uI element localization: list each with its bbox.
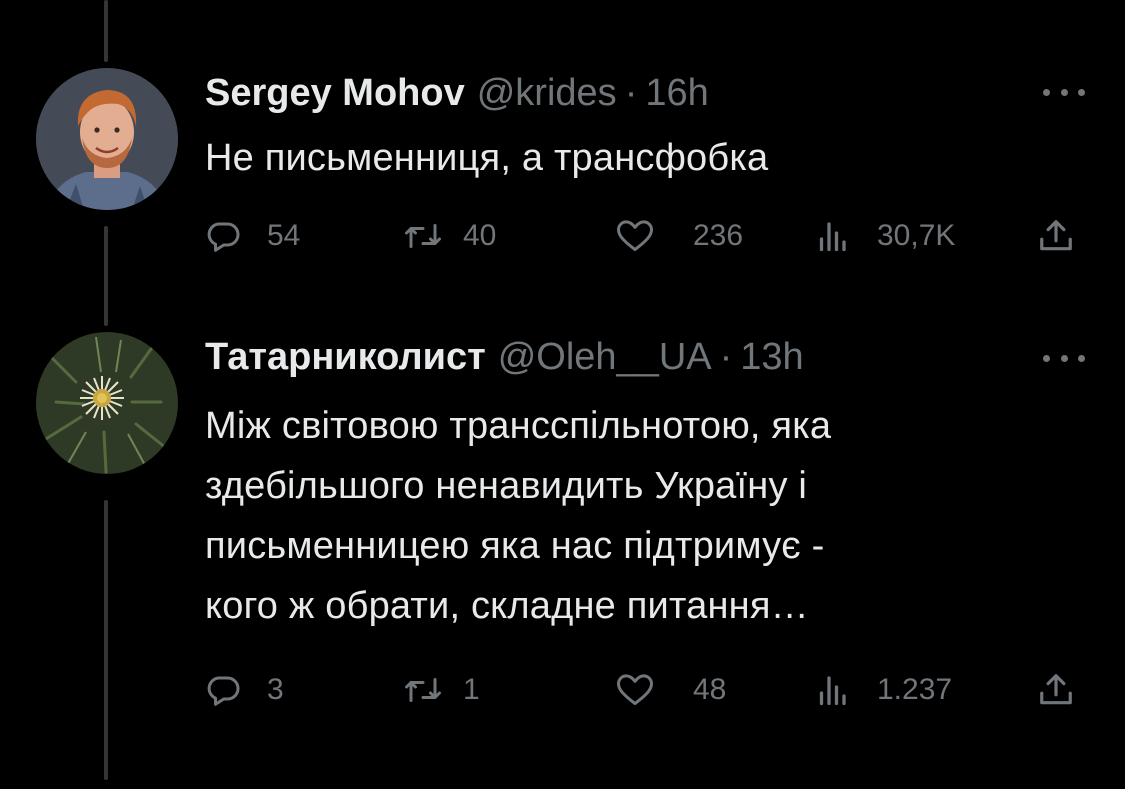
author-name[interactable]: Sergey Mohov (205, 70, 465, 116)
tweet-text: Не письменниця, а трансфобка (205, 128, 1065, 188)
like-icon (615, 218, 655, 254)
action-bar: 54 40 236 30,7K (205, 216, 1085, 256)
share-icon (1037, 217, 1075, 255)
views-button[interactable]: 30,7K (817, 216, 955, 256)
reply-button[interactable]: 3 (205, 670, 284, 710)
share-icon (1037, 671, 1075, 709)
avatar[interactable] (36, 332, 178, 474)
retweet-count: 40 (463, 219, 497, 252)
avatar[interactable] (36, 68, 178, 210)
like-button[interactable]: 48 (615, 670, 726, 710)
author-handle[interactable]: @Oleh__UA (498, 334, 712, 380)
views-button[interactable]: 1.237 (817, 670, 952, 710)
views-count: 1.237 (877, 673, 953, 706)
retweet-icon (403, 672, 443, 708)
views-icon (817, 218, 847, 254)
retweet-icon (403, 218, 443, 254)
share-button[interactable] (1037, 670, 1075, 710)
tweet-text-line: здебільшого ненавидить Україну і (205, 465, 808, 507)
like-count: 48 (693, 673, 727, 706)
more-icon[interactable] (1043, 86, 1085, 98)
timestamp[interactable]: 13h (740, 334, 803, 380)
tweet-text-line: Між світовою трансспільнотою, яка (205, 405, 832, 447)
timestamp[interactable]: 16h (645, 70, 708, 116)
like-count: 236 (693, 219, 744, 252)
tweet-text-line: письменницею яка нас підтримує - (205, 525, 825, 567)
reply-button[interactable]: 54 (205, 216, 300, 256)
author-name[interactable]: Татарниколист (205, 334, 486, 380)
retweet-button[interactable]: 1 (403, 670, 480, 710)
more-icon[interactable] (1043, 352, 1085, 364)
action-bar: 3 1 48 1.237 (205, 670, 1085, 710)
separator-dot: · (624, 72, 638, 114)
reply-icon (205, 672, 241, 708)
tweet-text-line: Не письменниця, а трансфобка (205, 137, 769, 179)
reply-count: 3 (267, 673, 284, 706)
tweet-text-line: кого ж обрати, складне питання… (205, 585, 809, 627)
author-handle[interactable]: @krides (477, 70, 617, 116)
retweet-count: 1 (463, 673, 480, 706)
reply-icon (205, 218, 241, 254)
separator-dot: · (719, 336, 733, 378)
tweet[interactable]: Татарниколист @Oleh__UA · 13h Між світов… (0, 326, 1125, 789)
views-count: 30,7K (877, 219, 956, 252)
retweet-button[interactable]: 40 (403, 216, 496, 256)
tweet-text: Між світовою трансспільнотою, яка здебіл… (205, 396, 1065, 636)
like-icon (615, 672, 655, 708)
views-icon (817, 672, 847, 708)
share-button[interactable] (1037, 216, 1075, 256)
tweet-header: Татарниколист @Oleh__UA · 13h (205, 334, 804, 380)
tweet-header: Sergey Mohov @krides · 16h (205, 70, 709, 116)
reply-count: 54 (267, 219, 301, 252)
tweet[interactable]: Sergey Mohov @krides · 16h Не письменниц… (0, 0, 1125, 300)
like-button[interactable]: 236 (615, 216, 743, 256)
